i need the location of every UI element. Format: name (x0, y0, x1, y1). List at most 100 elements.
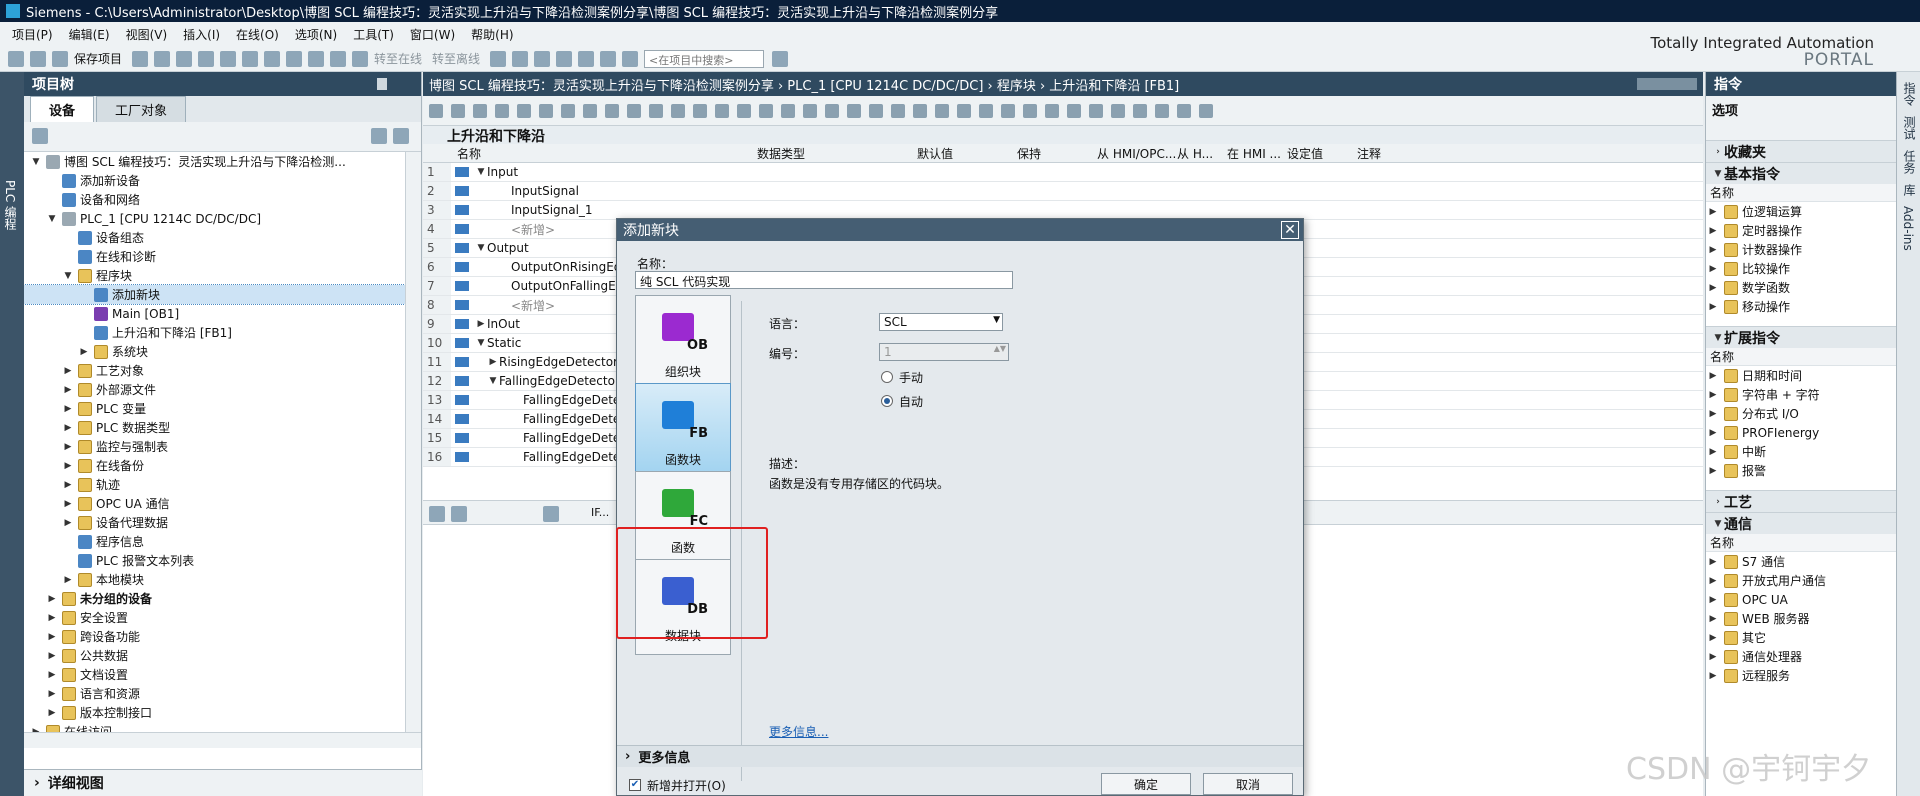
language-select[interactable]: SCL ▼ (879, 313, 1003, 331)
side-tab[interactable]: 任务 (1901, 150, 1918, 174)
expand-arrow-icon[interactable]: ▶ (62, 423, 74, 433)
editor-tool-icon[interactable] (1177, 103, 1191, 118)
simulation-icon[interactable] (352, 50, 369, 67)
tab-devices[interactable]: 设备 (30, 96, 95, 122)
plc-programming-tab[interactable]: PLC 编程 (2, 180, 19, 230)
tree-item[interactable]: ▶ 未分组的设备 (24, 589, 421, 608)
tree-item[interactable]: 在线和诊断 (24, 247, 421, 266)
expand-arrow-icon[interactable]: ▶ (62, 404, 74, 414)
tree-item[interactable]: 添加新设备 (24, 171, 421, 190)
editor-tool-icon[interactable] (561, 103, 575, 118)
instruction-item[interactable]: ▶ 开放式用户通信 (1706, 571, 1896, 590)
tree-horizontal-scrollbar[interactable] (24, 732, 421, 748)
editor-tool-icon[interactable] (671, 103, 685, 118)
variable-name[interactable]: Output (487, 241, 529, 255)
expand-arrow-icon[interactable]: ▶ (46, 594, 58, 604)
instruction-item[interactable]: ▶ 日期和时间 (1706, 366, 1896, 385)
instruction-item[interactable]: ▶ OPC UA (1706, 590, 1896, 609)
tree-item[interactable]: 添加新块 (24, 284, 421, 305)
ok-button[interactable]: 确定 (1101, 773, 1191, 795)
editor-tool-icon[interactable] (429, 103, 443, 118)
block-number-input[interactable]: 1 ▲▼ (879, 343, 1009, 361)
editor-tool-icon[interactable] (1023, 103, 1037, 118)
expand-arrow-icon[interactable]: ▶ (62, 575, 74, 585)
variable-name[interactable]: <新增> (511, 297, 555, 314)
expand-arrow-icon[interactable]: ▼ (46, 214, 58, 224)
tree-scrollbar[interactable] (405, 152, 421, 732)
expand-arrow-icon[interactable]: ▶ (46, 670, 58, 680)
expand-arrow-icon[interactable]: ▶ (487, 357, 499, 367)
interface-row[interactable]: 1 ▼ Input (423, 163, 1703, 182)
pane-controls-icon[interactable] (377, 78, 413, 90)
tree-item[interactable]: ▶ 在线备份 (24, 456, 421, 475)
editor-tool-icon[interactable] (781, 103, 795, 118)
column-header[interactable]: 名称 (451, 145, 751, 162)
expand-arrow-icon[interactable]: ▼ (475, 243, 487, 253)
menu-item[interactable]: 在线(O) (236, 26, 279, 43)
basic-instructions-section[interactable]: ▼ 基本指令 (1706, 162, 1896, 184)
expand-arrow-icon[interactable]: ▶ (62, 461, 74, 471)
tree-item[interactable]: ▶ 跨设备功能 (24, 627, 421, 646)
open-project-icon[interactable] (30, 50, 46, 67)
stop-cpu-icon[interactable] (534, 50, 551, 67)
editor-tool-icon[interactable] (1067, 103, 1081, 118)
instruction-item[interactable]: ▶ 远程服务 (1706, 666, 1896, 685)
instruction-item[interactable]: ▶ 比较操作 (1706, 259, 1896, 278)
paste-icon[interactable] (198, 50, 215, 67)
split-horizontal-icon[interactable] (578, 50, 595, 67)
editor-tool-icon[interactable] (1045, 103, 1059, 118)
expand-arrow-icon[interactable]: ▶ (62, 442, 74, 452)
editor-tool-icon[interactable] (1155, 103, 1169, 118)
block-name-input[interactable]: 纯 SCL 代码实现 (635, 271, 1013, 289)
menu-item[interactable]: 插入(I) (183, 26, 220, 43)
variable-name[interactable]: FallingEdgeDete (523, 412, 620, 426)
delete-icon[interactable] (220, 50, 237, 67)
expand-arrow-icon[interactable]: ▶ (62, 366, 74, 376)
editor-tool-icon[interactable] (473, 103, 487, 118)
compile-icon[interactable] (286, 50, 303, 67)
instruction-item[interactable]: ▶ 位逻辑运算 (1706, 202, 1896, 221)
column-header[interactable]: 从 HMI/OPC... (1091, 145, 1176, 162)
expand-arrow-icon[interactable]: ▶ (62, 480, 74, 490)
search-icon[interactable] (772, 50, 789, 67)
variable-name[interactable]: FallingEdgeDetecto (499, 374, 615, 388)
tree-item[interactable]: ▶ PLC 数据类型 (24, 418, 421, 437)
split-vertical-icon[interactable] (600, 50, 617, 67)
menu-item[interactable]: 工具(T) (353, 26, 394, 43)
editor-tool-icon[interactable] (451, 103, 465, 118)
tab-plant-objects[interactable]: 工厂对象 (96, 96, 187, 122)
block-type-ob[interactable]: OB 组织块 (635, 295, 731, 391)
tree-item[interactable]: ▶ OPC UA 通信 (24, 494, 421, 513)
expand-arrow-icon[interactable]: ▼ (487, 376, 499, 386)
instruction-item[interactable]: ▶ 定时器操作 (1706, 221, 1896, 240)
tree-item[interactable]: ▶ 公共数据 (24, 646, 421, 665)
editor-tool-icon[interactable] (891, 103, 905, 118)
variable-name[interactable]: FallingEdgeDete (523, 450, 620, 464)
variable-name[interactable]: OutputOnRisingEdg (511, 260, 629, 274)
save-project-button[interactable]: 保存项目 (74, 50, 122, 67)
editor-tool-icon[interactable] (737, 103, 751, 118)
chevron-down-icon[interactable]: ▼ (993, 315, 1000, 325)
outdent-icon[interactable] (451, 506, 467, 522)
instruction-item[interactable]: ▶ 数学函数 (1706, 278, 1896, 297)
expand-arrow-icon[interactable]: ▶ (1706, 557, 1720, 567)
variable-name[interactable]: Input (487, 165, 518, 179)
block-type-fb[interactable]: FB 函数块 (635, 383, 731, 479)
tree-item[interactable]: Main [OB1] (24, 304, 421, 323)
tree-item[interactable]: 程序信息 (24, 532, 421, 551)
menu-item[interactable]: 选项(N) (295, 26, 337, 43)
expand-arrow-icon[interactable]: ▶ (62, 499, 74, 509)
column-header[interactable]: 从 H... (1171, 145, 1221, 162)
tree-item[interactable]: ▶ PLC 变量 (24, 399, 421, 418)
close-icon[interactable]: ✕ (1281, 221, 1299, 239)
side-tab[interactable]: 库 (1901, 184, 1918, 196)
auto-radio[interactable] (881, 395, 893, 407)
editor-tool-icon[interactable] (847, 103, 861, 118)
instruction-item[interactable]: ▶ 计数器操作 (1706, 240, 1896, 259)
instruction-item[interactable]: ▶ 报警 (1706, 461, 1896, 480)
editor-tool-icon[interactable] (803, 103, 817, 118)
editor-tool-icon[interactable] (583, 103, 597, 118)
expand-arrow-icon[interactable]: ▶ (46, 632, 58, 642)
column-header[interactable]: 设定值 (1281, 145, 1351, 162)
expand-arrow-icon[interactable]: ▶ (30, 727, 42, 733)
